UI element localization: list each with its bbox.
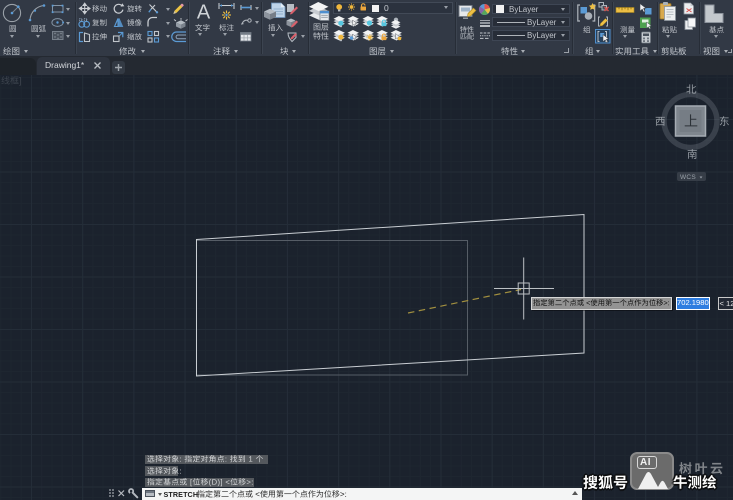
svg-text:A: A (197, 2, 211, 24)
